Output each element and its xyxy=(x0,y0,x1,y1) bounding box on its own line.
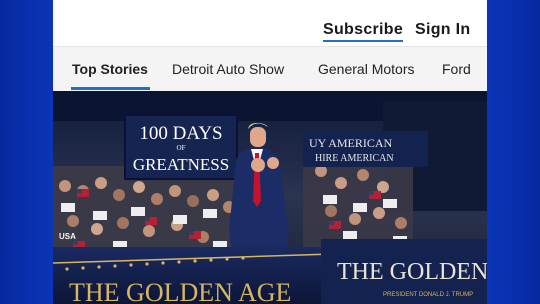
crowd-sign-usa: USA xyxy=(59,232,76,241)
sign-in-link[interactable]: Sign In xyxy=(415,21,470,39)
stage-right-sub: PRESIDENT DONALD J. TRUMP xyxy=(383,292,473,298)
tab-general-motors[interactable]: General Motors xyxy=(318,61,414,77)
hero-image[interactable]: USA UY AMERICAN HIRE AMERICAN 100 DAYS O… xyxy=(53,91,487,304)
hero-photo: USA UY AMERICAN HIRE AMERICAN 100 DAYS O… xyxy=(53,91,487,304)
sign-line-1: 100 DAYS xyxy=(139,123,222,144)
header-bar: Subscribe Sign In xyxy=(53,0,487,46)
active-tab-indicator xyxy=(71,87,150,90)
tab-top-stories[interactable]: Top Stories xyxy=(72,61,148,77)
section-tabs: Top Stories Detroit Auto Show General Mo… xyxy=(53,46,487,92)
app-window: Subscribe Sign In Top Stories Detroit Au… xyxy=(53,0,487,304)
tab-detroit-auto-show[interactable]: Detroit Auto Show xyxy=(172,61,284,77)
right-frame xyxy=(487,0,540,304)
sign-line-3: GREATNESS xyxy=(133,155,229,174)
tab-ford[interactable]: Ford xyxy=(442,61,471,77)
subscribe-link[interactable]: Subscribe xyxy=(323,21,404,42)
stage-left-text: THE GOLDEN AGE xyxy=(69,278,291,304)
back-banner-text: UY AMERICAN xyxy=(309,136,393,150)
sign-line-2: OF xyxy=(177,144,186,152)
left-frame xyxy=(0,0,53,304)
stage-right-text: THE GOLDEN AGE xyxy=(337,259,487,285)
back-banner-text-2: HIRE AMERICAN xyxy=(315,153,394,164)
